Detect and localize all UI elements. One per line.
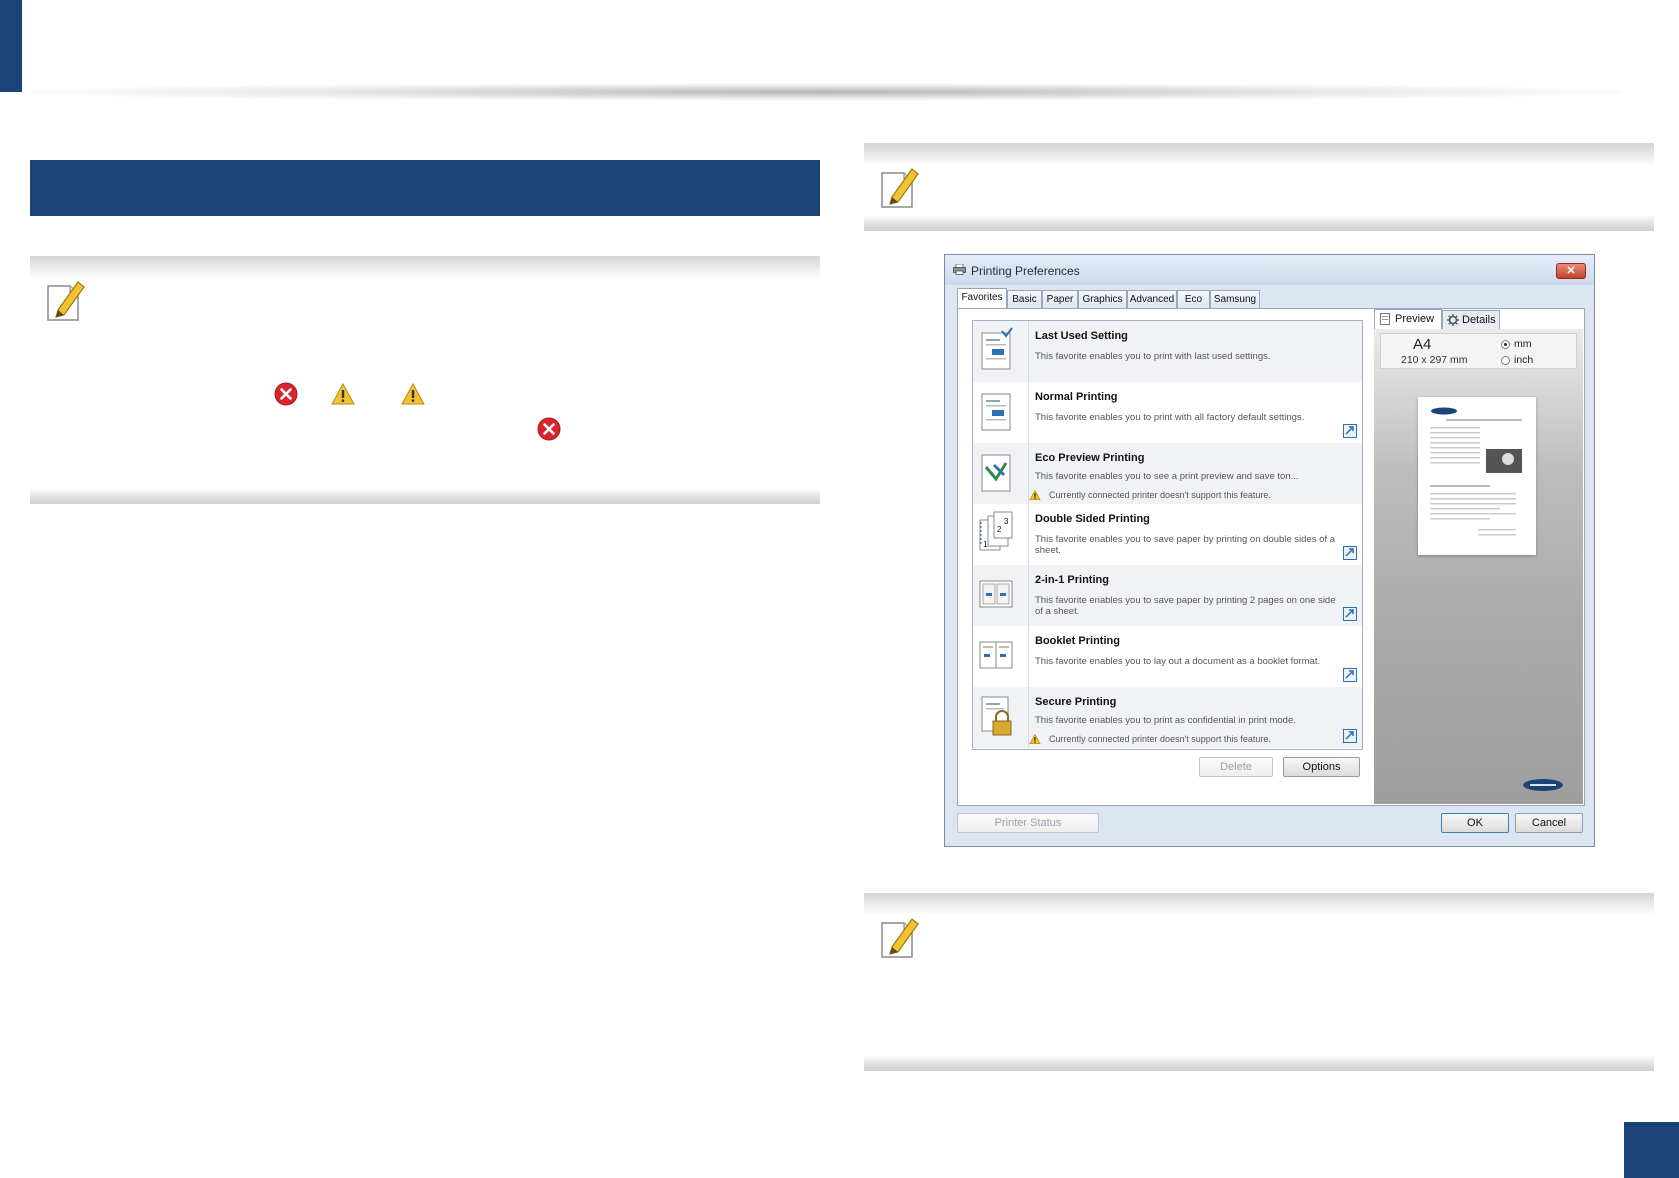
tab-favorites[interactable]: Favorites [957,288,1007,308]
pencil-note-icon [881,168,919,208]
page-icon [1380,313,1390,325]
preview-tabs: Preview Details [1374,309,1583,330]
share-icon[interactable] [1343,668,1357,682]
duplex-document-icon: 3 2 1 [979,511,1013,551]
unit-inch-label: inch [1514,354,1534,366]
error-icon [537,417,561,441]
favorite-title: Double Sided Printing [1035,513,1150,525]
favorite-description: This favorite enables you to lay out a d… [1035,656,1321,667]
favorite-title: Last Used Setting [1035,330,1128,342]
paper-info: A4 210 x 297 mm mm inch [1380,333,1577,369]
favorite-item-booklet[interactable]: Booklet Printing This favorite enables y… [973,626,1362,687]
error-icon [274,382,298,406]
share-icon[interactable] [1343,729,1357,743]
pencil-note-icon [47,281,85,321]
svg-text:3: 3 [1004,517,1009,526]
favorite-item-2-in-1[interactable]: 2-in-1 Printing This favorite enables yo… [973,565,1362,626]
delete-button[interactable]: Delete [1199,757,1273,777]
note-bottom-rule [864,1055,1654,1071]
page-preview-thumbnail [1418,397,1536,555]
warning-icon [1029,489,1041,500]
note-box-right-bottom [864,893,1654,1071]
preview-area: A4 210 x 297 mm mm inch [1374,329,1583,804]
favorite-description: This favorite enables you to save paper … [1035,595,1336,617]
tab-details[interactable]: Details [1442,310,1500,329]
options-button[interactable]: Options [1283,757,1360,777]
document-icon [981,327,1013,370]
unit-mm-label: mm [1514,338,1532,350]
note-box-right-top [864,143,1654,231]
warning-icon [331,382,355,405]
printer-status-button[interactable]: Printer Status [957,813,1099,833]
gear-icon [1447,314,1459,326]
pencil-note-icon [881,918,919,958]
note-top-rule [864,143,1654,165]
eco-document-icon [981,454,1011,492]
share-icon[interactable] [1343,607,1357,621]
share-icon[interactable] [1343,546,1357,560]
note-bottom-rule [864,215,1654,231]
favorite-description: This favorite enables you to see a print… [1035,471,1299,482]
warning-icon [401,382,425,405]
radio-inch[interactable] [1501,356,1510,365]
favorite-title: Eco Preview Printing [1035,452,1145,464]
printing-preferences-dialog: Printing Preferences ✕ Favorites Basic P… [944,254,1595,847]
favorite-title: 2-in-1 Printing [1035,574,1109,586]
tab-samsung[interactable]: Samsung [1210,290,1260,308]
samsung-logo [1523,779,1563,791]
lock-document-icon [981,696,1012,736]
two-up-document-icon [979,580,1013,608]
warning-icon [1029,733,1041,744]
tab-basic[interactable]: Basic [1007,290,1042,308]
booklet-document-icon [979,641,1013,669]
note-top-rule [30,256,820,278]
paper-dimensions: 210 x 297 mm [1401,354,1468,366]
tab-details-label: Details [1462,314,1496,326]
note-bottom-rule [30,488,820,504]
favorite-item-last-used[interactable]: Last Used Setting This favorite enables … [973,321,1362,382]
svg-text:1: 1 [983,540,988,549]
favorite-title: Booklet Printing [1035,635,1120,647]
tab-preview[interactable]: Preview [1374,309,1442,329]
share-icon[interactable] [1343,424,1357,438]
dialog-titlebar: Printing Preferences ✕ [945,255,1594,285]
page-number-box [1624,1122,1679,1178]
favorites-list[interactable]: Last Used Setting This favorite enables … [972,320,1363,750]
tab-eco[interactable]: Eco [1177,290,1210,308]
dialog-title: Printing Preferences [971,264,1080,278]
favorite-item-secure[interactable]: Secure Printing This favorite enables yo… [973,687,1362,748]
preview-panel: Preview Details A4 210 x 297 mm mm inch [1374,309,1583,804]
favorite-description: This favorite enables you to print as co… [1035,715,1296,726]
header-rule [22,83,1622,101]
ok-button[interactable]: OK [1441,813,1509,833]
favorite-title: Secure Printing [1035,696,1117,708]
note-box-left [30,256,820,504]
radio-mm[interactable] [1501,340,1510,349]
warning-text: Currently connected printer doesn't supp… [1049,490,1271,500]
svg-text:2: 2 [997,525,1002,534]
note-top-rule [864,893,1654,915]
favorite-description: This favorite enables you to print with … [1035,351,1271,362]
tab-advanced[interactable]: Advanced [1127,290,1177,308]
cancel-button[interactable]: Cancel [1515,813,1583,833]
document-icon [981,393,1011,431]
tab-preview-label: Preview [1395,313,1435,325]
tab-graphics[interactable]: Graphics [1078,290,1127,308]
favorite-title: Normal Printing [1035,391,1118,403]
favorite-description: This favorite enables you to print with … [1035,412,1305,423]
printer-icon [953,264,966,275]
chapter-marker [0,0,22,92]
warning-text: Currently connected printer doesn't supp… [1049,734,1271,744]
close-button[interactable]: ✕ [1556,263,1586,279]
paper-size: A4 [1413,336,1432,353]
favorite-item-normal[interactable]: Normal Printing This favorite enables yo… [973,382,1362,443]
tab-paper[interactable]: Paper [1042,290,1078,308]
favorite-item-double-sided[interactable]: 3 2 1 Double Sided Printing This favorit… [973,504,1362,565]
favorite-description: This favorite enables you to save paper … [1035,534,1335,556]
section-title-bar [30,160,820,216]
favorite-item-eco-preview[interactable]: Eco Preview Printing This favorite enabl… [973,443,1362,504]
dialog-body: Last Used Setting This favorite enables … [957,308,1585,806]
